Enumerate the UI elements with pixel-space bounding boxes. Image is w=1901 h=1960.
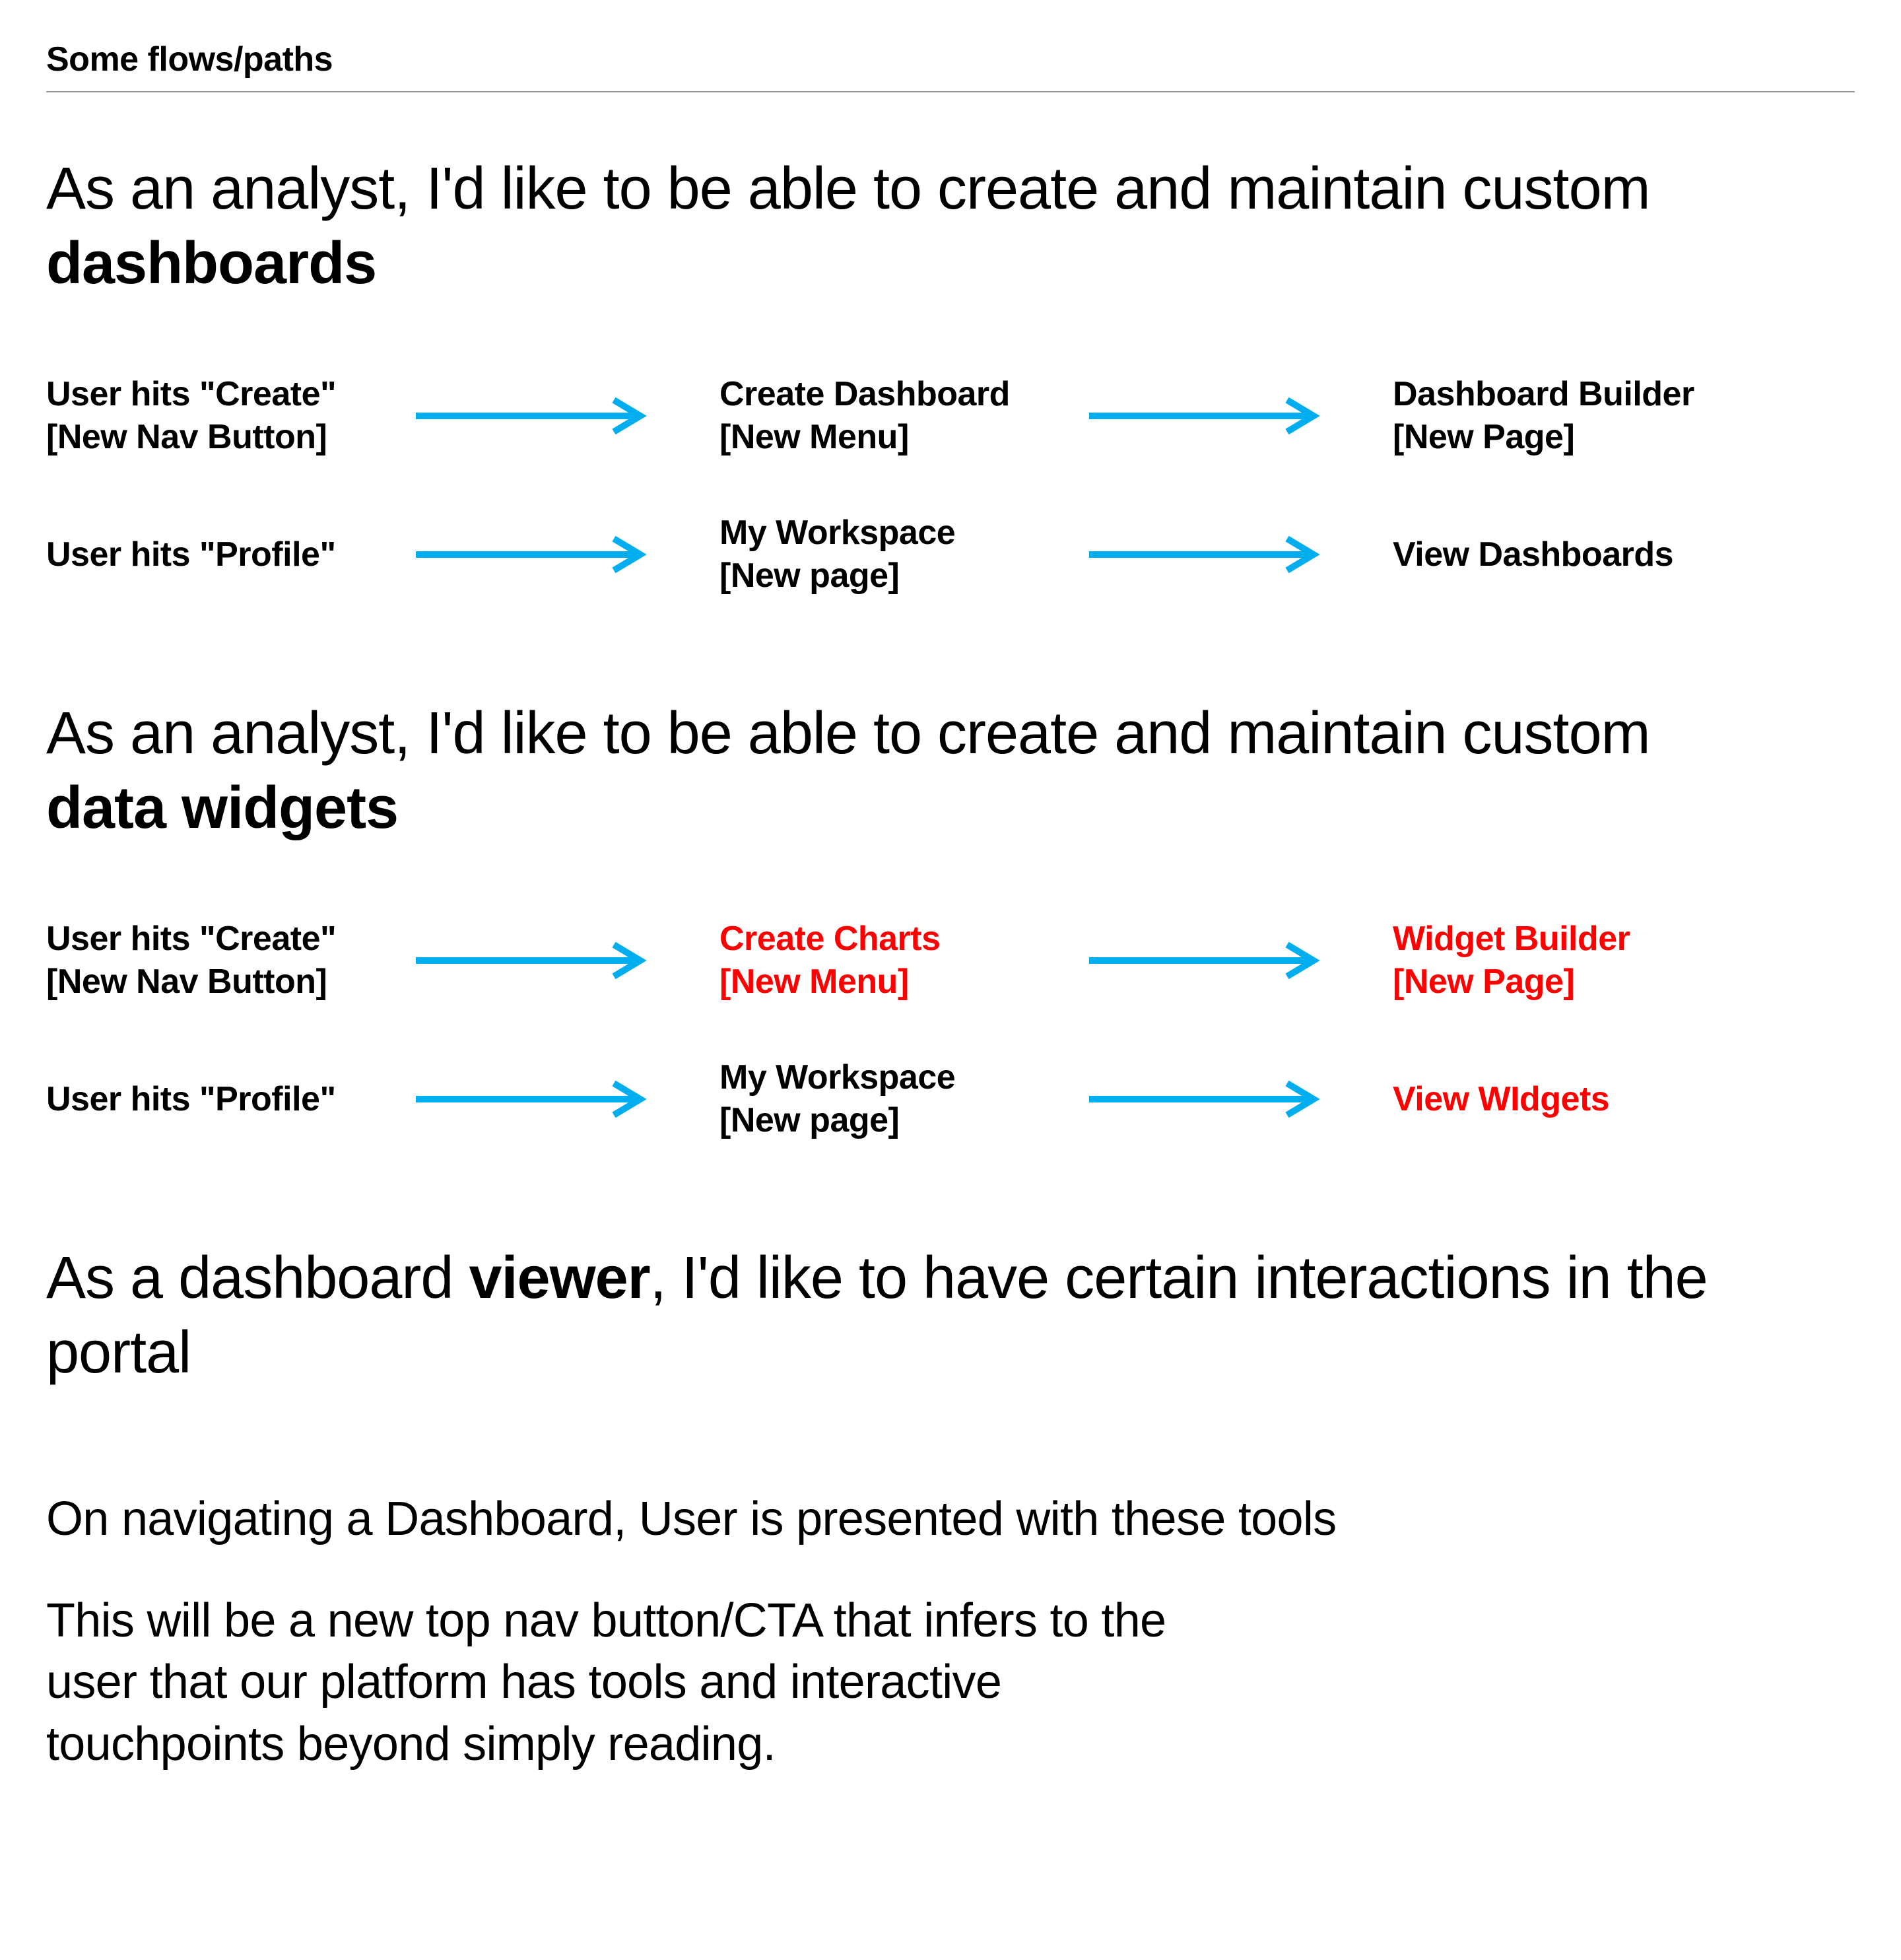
flow-block: User hits "Create" [New Nav Button] Crea… (46, 373, 1855, 597)
flow-step: My Workspace [New page] (700, 512, 1089, 597)
story-block: As an analyst, I'd like to be able to cr… (46, 696, 1855, 1142)
story-block: As an analyst, I'd like to be able to cr… (46, 152, 1855, 597)
flow-row: User hits "Create" [New Nav Button] Crea… (46, 373, 1855, 459)
flow-step: Widget Builder [New Page] (1373, 918, 1802, 1003)
story-heading-bold: data widgets (46, 775, 398, 841)
flow-step: Create Dashboard [New Menu] (700, 373, 1089, 459)
story-heading: As an analyst, I'd like to be able to cr… (46, 152, 1762, 300)
flow-step: User hits "Create" [New Nav Button] (46, 918, 416, 1003)
flow-row: User hits "Profile" My Workspace [New pa… (46, 1056, 1855, 1142)
story-heading-prefix: As a dashboard (46, 1245, 469, 1311)
arrow-icon (416, 535, 700, 574)
story-heading: As an analyst, I'd like to be able to cr… (46, 696, 1762, 845)
story-heading-prefix: As an analyst, I'd like to be able to cr… (46, 700, 1650, 766)
arrow-icon (1089, 535, 1373, 574)
flow-row: User hits "Profile" My Workspace [New pa… (46, 512, 1855, 597)
flow-step: User hits "Profile" (46, 533, 416, 576)
flow-step: User hits "Profile" (46, 1078, 416, 1121)
arrow-icon (416, 396, 700, 436)
section-title: Some flows/paths (46, 40, 1855, 79)
flow-step: Dashboard Builder [New Page] (1373, 373, 1802, 459)
story-heading-bold: viewer (469, 1245, 650, 1311)
note-text: On navigating a Dashboard, User is prese… (46, 1489, 1696, 1551)
story-block: As a dashboard viewer, I'd like to have … (46, 1241, 1855, 1390)
story-heading-bold: dashboards (46, 230, 376, 296)
flow-step: View WIdgets (1373, 1078, 1802, 1121)
document-page: Some flows/paths As an analyst, I'd like… (0, 0, 1901, 1894)
flow-step: Create Charts [New Menu] (700, 918, 1089, 1003)
arrow-icon (1089, 396, 1373, 436)
note-text: This will be a new top nav button/CTA th… (46, 1590, 1234, 1776)
flow-step: User hits "Create" [New Nav Button] (46, 373, 416, 459)
story-heading: As a dashboard viewer, I'd like to have … (46, 1241, 1762, 1390)
arrow-icon (1089, 1079, 1373, 1119)
arrow-icon (416, 1079, 700, 1119)
flow-step: View Dashboards (1373, 533, 1802, 576)
arrow-icon (1089, 941, 1373, 980)
flow-block: User hits "Create" [New Nav Button] Crea… (46, 918, 1855, 1142)
story-heading-prefix: As an analyst, I'd like to be able to cr… (46, 156, 1650, 222)
flow-step: My Workspace [New page] (700, 1056, 1089, 1142)
divider (46, 91, 1855, 92)
flow-row: User hits "Create" [New Nav Button] Crea… (46, 918, 1855, 1003)
arrow-icon (416, 941, 700, 980)
